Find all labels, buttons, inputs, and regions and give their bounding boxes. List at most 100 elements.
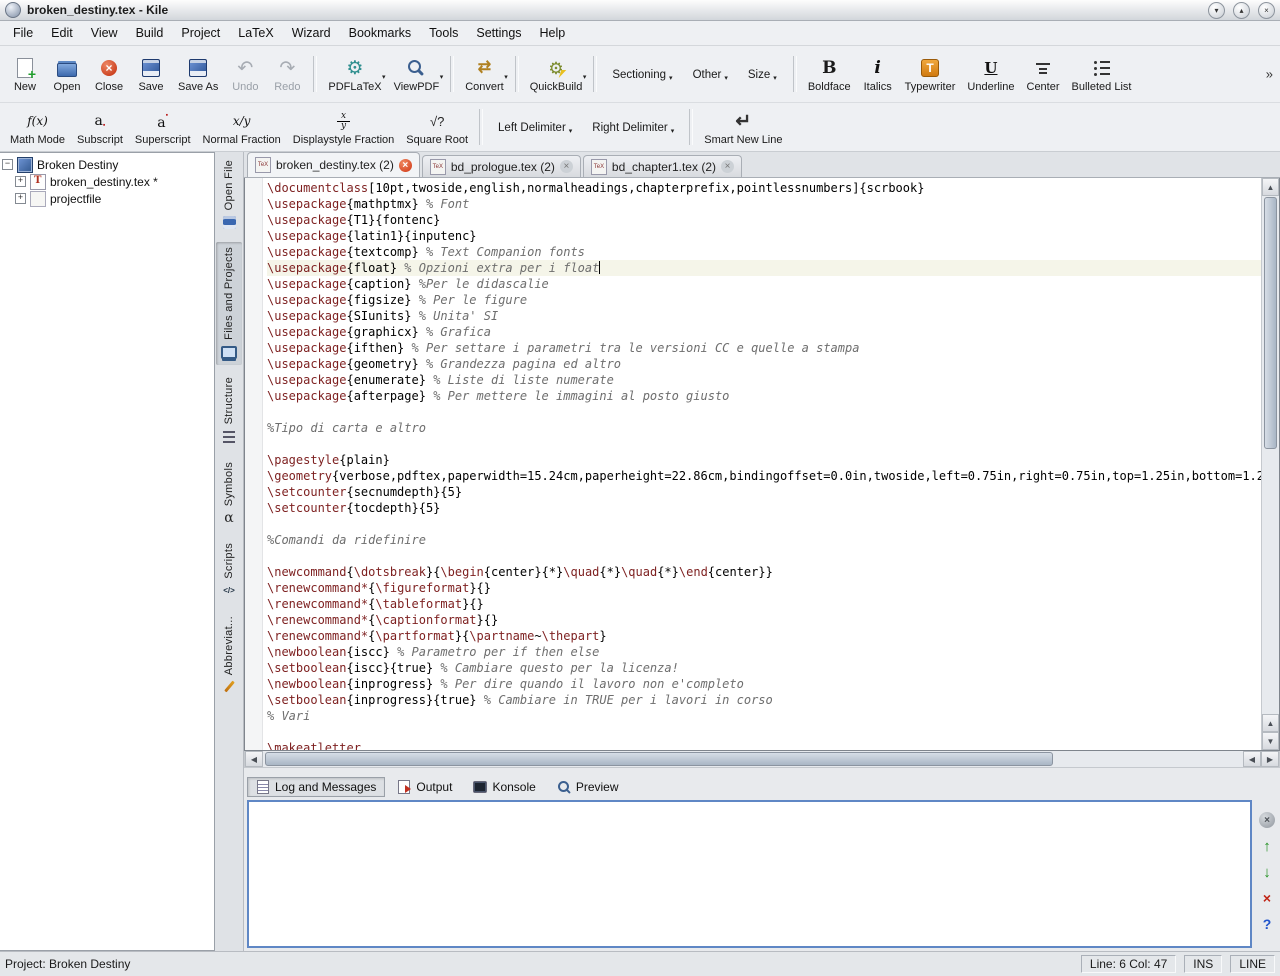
- titlebar[interactable]: broken_destiny.tex - Kile ▾ ▴ ×: [0, 0, 1280, 21]
- menu-help[interactable]: Help: [531, 22, 575, 44]
- displaystyle-fraction-button[interactable]: Displaystyle Fraction: [288, 107, 399, 147]
- superscript-button[interactable]: Superscript: [130, 107, 196, 147]
- filesprojects-icon: [221, 344, 237, 360]
- button-label: ViewPDF: [394, 81, 440, 93]
- editor-text-area[interactable]: \documentclass[10pt,twoside,english,norm…: [263, 178, 1261, 750]
- horizontal-scrollbar-thumb[interactable]: [265, 752, 1053, 766]
- window-menu-icon[interactable]: [5, 2, 21, 18]
- log-errors-button[interactable]: [1258, 889, 1276, 907]
- typewriter-button[interactable]: Typewriter: [900, 54, 961, 94]
- pdflatex-button[interactable]: PDFLaTeX▾: [323, 54, 386, 94]
- horizontal-scrollbar[interactable]: ◀ ◀ ▶: [244, 751, 1280, 768]
- sidebar-tab-open-file[interactable]: Open File: [216, 155, 242, 235]
- sidebar-tab-files-and-projects[interactable]: Files and Projects: [216, 242, 242, 365]
- horizontal-scrollbar-track[interactable]: [1055, 751, 1243, 767]
- close-window-button[interactable]: ×: [1258, 2, 1275, 19]
- vertical-scrollbar-thumb[interactable]: [1264, 197, 1277, 449]
- text-editor[interactable]: \documentclass[10pt,twoside,english,norm…: [244, 178, 1280, 751]
- subscript-button[interactable]: Subscript: [72, 107, 128, 147]
- smart-new-line-button[interactable]: Smart New Line: [699, 107, 787, 147]
- button-label: Typewriter: [905, 81, 956, 93]
- sidebar-tab-scripts[interactable]: Scripts: [216, 538, 242, 604]
- log-previous-issue-button[interactable]: [1258, 837, 1276, 855]
- scroll-up-icon[interactable]: ▲: [1262, 178, 1279, 196]
- other-button[interactable]: Other▾: [684, 59, 737, 89]
- sidebar-tab-structure[interactable]: Structure: [216, 372, 242, 449]
- undo-button[interactable]: Undo: [225, 54, 265, 94]
- menu-file[interactable]: File: [4, 22, 42, 44]
- tree-item-projectfile[interactable]: +projectfile: [15, 190, 212, 207]
- panel-tab-preview[interactable]: Preview: [548, 777, 628, 797]
- project-root-item[interactable]: −Broken Destiny: [2, 156, 212, 173]
- redo-button[interactable]: Redo: [267, 54, 307, 94]
- bulleted-list-button[interactable]: Bulleted List: [1067, 54, 1137, 94]
- menu-tools[interactable]: Tools: [420, 22, 467, 44]
- left-delimiter-button[interactable]: Left Delimiter▾: [489, 112, 581, 142]
- window-title: broken_destiny.tex - Kile: [27, 3, 168, 17]
- expand-expander-icon[interactable]: +: [15, 193, 26, 204]
- log-next-issue-button[interactable]: [1258, 863, 1276, 881]
- square-root-button[interactable]: Square Root: [401, 107, 473, 147]
- save-button[interactable]: Save: [131, 54, 171, 94]
- tree-item-broken-destiny-tex[interactable]: +broken_destiny.tex *: [15, 173, 212, 190]
- new-button[interactable]: New: [5, 54, 45, 94]
- open-icon: [55, 56, 79, 80]
- menu-settings[interactable]: Settings: [467, 22, 530, 44]
- log-messages-view[interactable]: [247, 800, 1252, 948]
- vertical-scrollbar[interactable]: ▲ ▲ ▼: [1261, 178, 1279, 750]
- boldface-button[interactable]: Boldface: [803, 54, 856, 94]
- scroll-right-icon[interactable]: ▶: [1261, 751, 1279, 767]
- tab-close-icon[interactable]: ×: [399, 159, 412, 172]
- tab-close-icon[interactable]: ×: [560, 160, 573, 173]
- log-stop-button[interactable]: [1258, 811, 1276, 829]
- expand-expander-icon[interactable]: +: [15, 176, 26, 187]
- project-tree-panel[interactable]: −Broken Destiny+broken_destiny.tex *+pro…: [0, 152, 215, 951]
- panel-tab-label: Preview: [576, 780, 619, 794]
- menu-edit[interactable]: Edit: [42, 22, 82, 44]
- scroll-up-secondary-icon[interactable]: ▲: [1262, 714, 1279, 732]
- menu-latex[interactable]: LaTeX: [229, 22, 282, 44]
- panel-tab-log-and-messages[interactable]: Log and Messages: [247, 777, 385, 797]
- menu-bookmarks[interactable]: Bookmarks: [340, 22, 421, 44]
- newline-icon: [731, 109, 755, 133]
- menu-project[interactable]: Project: [172, 22, 229, 44]
- size-button[interactable]: Size▾: [739, 59, 787, 89]
- panel-tab-output[interactable]: Output: [388, 777, 461, 797]
- normal-fraction-button[interactable]: Normal Fraction: [198, 107, 286, 147]
- scroll-down-icon[interactable]: ▼: [1262, 732, 1279, 750]
- center-button[interactable]: Center: [1022, 54, 1065, 94]
- save-as-button[interactable]: Save As: [173, 54, 223, 94]
- tex-file-icon: [30, 174, 46, 190]
- math-mode-button[interactable]: Math Mode: [5, 107, 70, 147]
- underline-button[interactable]: Underline: [962, 54, 1019, 94]
- toolbar-overflow-button[interactable]: »: [1262, 65, 1277, 84]
- open-button[interactable]: Open: [47, 54, 87, 94]
- sectioning-button[interactable]: Sectioning▾: [603, 59, 681, 89]
- scroll-left-icon[interactable]: ◀: [245, 751, 263, 767]
- collapse-expander-icon[interactable]: −: [2, 159, 13, 170]
- menu-view[interactable]: View: [82, 22, 127, 44]
- sidebar-tab-abbreviat[interactable]: Abbreviat...: [216, 611, 242, 700]
- italics-button[interactable]: Italics: [858, 54, 898, 94]
- panel-splitter[interactable]: [244, 768, 1280, 775]
- panel-tab-konsole[interactable]: Konsole: [464, 777, 544, 797]
- right-delimiter-button[interactable]: Right Delimiter▾: [583, 112, 683, 142]
- maximize-button[interactable]: ▴: [1233, 2, 1250, 19]
- editor-tab-broken-destiny-tex-2[interactable]: broken_destiny.tex (2)×: [247, 152, 420, 177]
- code-line: \usepackage{ifthen} % Per settare i para…: [267, 340, 1261, 356]
- close-button[interactable]: Close: [89, 54, 129, 94]
- editor-tab-bd-prologue-tex-2[interactable]: bd_prologue.tex (2)×: [422, 155, 581, 177]
- sidebar-tab-symbols[interactable]: Symbols: [216, 457, 242, 531]
- editor-tab-bd-chapter1-tex-2[interactable]: bd_chapter1.tex (2)×: [583, 155, 742, 177]
- vertical-scrollbar-track[interactable]: [1262, 450, 1279, 714]
- convert-button[interactable]: Convert▾: [460, 54, 509, 94]
- tab-close-icon[interactable]: ×: [721, 160, 734, 173]
- minimize-button[interactable]: ▾: [1208, 2, 1225, 19]
- toolbar-separator: [689, 109, 693, 145]
- scroll-left-secondary-icon[interactable]: ◀: [1243, 751, 1261, 767]
- viewpdf-button[interactable]: ViewPDF▾: [389, 54, 445, 94]
- log-help-button[interactable]: [1258, 915, 1276, 933]
- menu-wizard[interactable]: Wizard: [283, 22, 340, 44]
- quickbuild-button[interactable]: QuickBuild▾: [525, 54, 588, 94]
- menu-build[interactable]: Build: [127, 22, 173, 44]
